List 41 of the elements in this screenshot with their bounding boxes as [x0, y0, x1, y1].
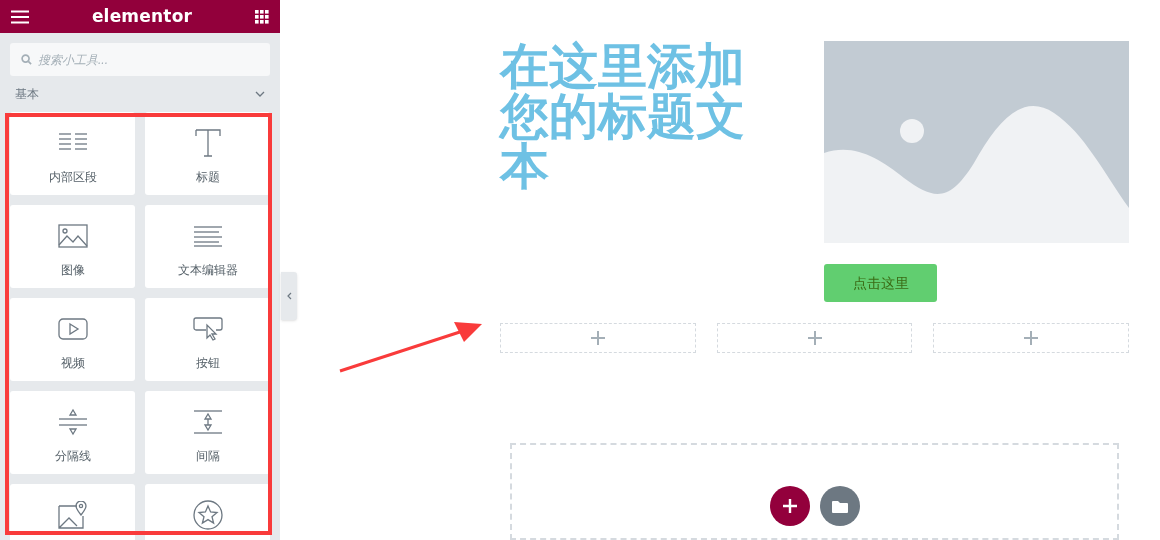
plus-icon: [782, 499, 797, 513]
heading-text: 在这里添加您的标题文本: [500, 41, 746, 195]
widget-card[interactable]: 视频: [10, 298, 135, 381]
widget-label: 内部区段: [48, 169, 97, 186]
divider-icon: [57, 408, 88, 436]
plus-icon: [590, 331, 605, 345]
widget-card[interactable]: 间隔: [145, 391, 270, 474]
add-section-button[interactable]: [769, 486, 810, 526]
logo: elementor: [91, 4, 193, 28]
widget-label: 文本编辑器: [177, 262, 238, 279]
widget-card[interactable]: 标题: [145, 112, 270, 195]
widget-label: 按钮: [195, 355, 220, 372]
widget-label: 间隔: [195, 448, 220, 465]
spacer-icon: [192, 410, 223, 434]
template-button[interactable]: [819, 486, 860, 526]
play-icon: [57, 318, 88, 340]
search-icon: [21, 54, 32, 65]
plus-icon: [1024, 331, 1039, 345]
menu-icon[interactable]: [11, 9, 29, 24]
widget-label: 图像: [60, 262, 85, 279]
widget-card[interactable]: 按钮: [145, 298, 270, 381]
grid-icon[interactable]: [255, 9, 269, 24]
widget-label: 视频: [60, 355, 85, 372]
folder-icon: [831, 499, 848, 513]
letter-t-icon: [193, 128, 222, 158]
text-lines-icon: [192, 225, 223, 247]
widget-card[interactable]: 分隔线: [10, 391, 135, 474]
chevron-icon[interactable]: [255, 91, 265, 97]
plus-icon: [807, 331, 822, 345]
widget-card[interactable]: 文本编辑器: [145, 205, 270, 288]
category-title: 基本: [15, 86, 39, 103]
widget-card[interactable]: 内部区段: [10, 112, 135, 195]
cursor-button-icon: [192, 317, 223, 341]
search-field[interactable]: 搜索小工具...: [10, 43, 270, 76]
image-icon: [57, 224, 88, 248]
map-pin-icon: [57, 501, 88, 529]
widget-card[interactable]: 图像: [10, 205, 135, 288]
panel-toggle[interactable]: [281, 272, 297, 320]
chevron-left-icon: [286, 292, 292, 300]
widget-label: 标题: [195, 169, 220, 186]
widget-label: 分隔线: [54, 448, 91, 465]
